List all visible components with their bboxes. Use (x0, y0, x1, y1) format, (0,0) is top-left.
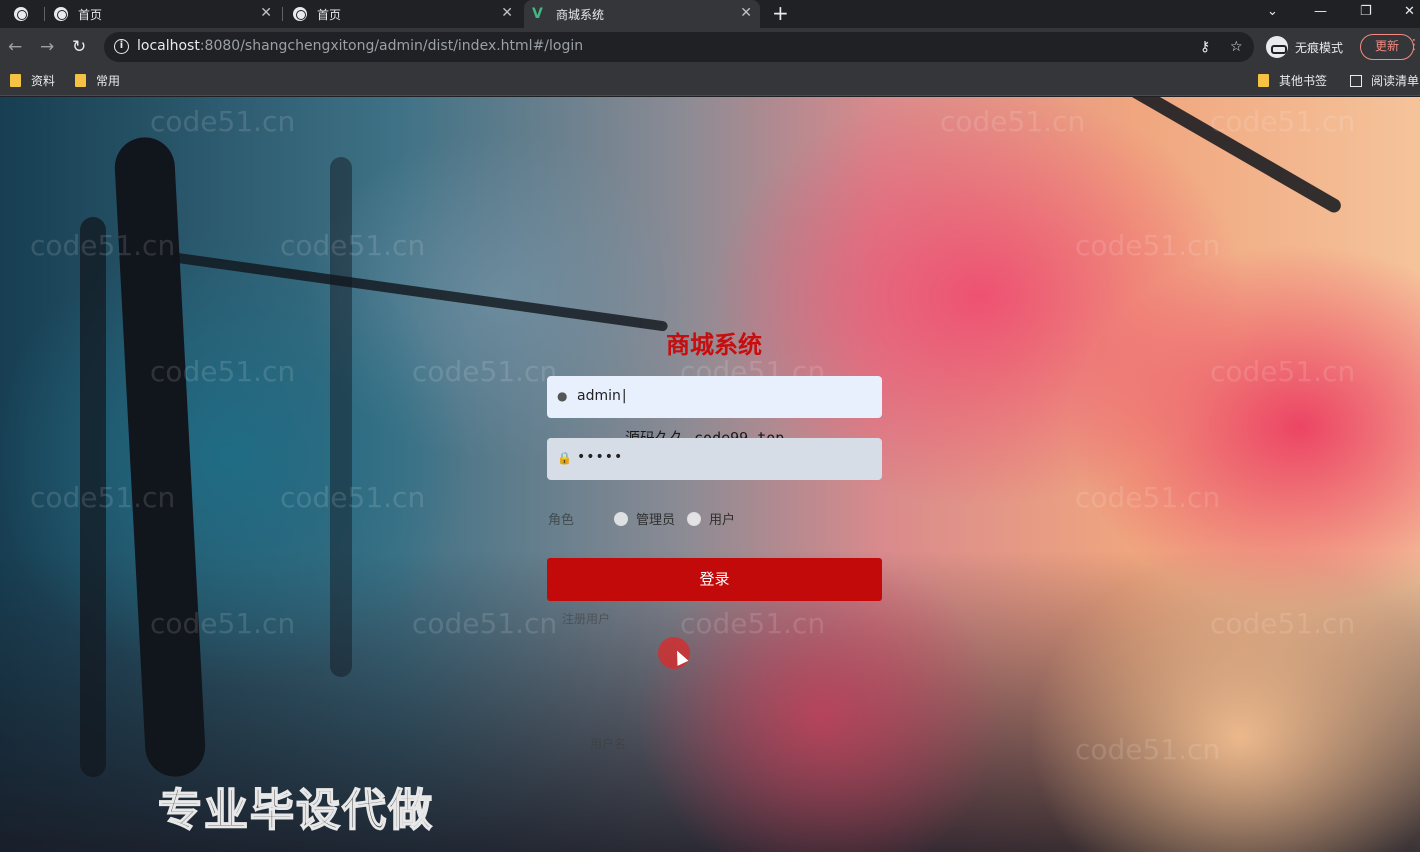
address-bar[interactable]: i localhost:8080/shangchengxitong/admin/… (104, 32, 1254, 62)
close-icon[interactable]: ✕ (501, 6, 513, 20)
url-host: localhost (137, 38, 200, 54)
ghost-register-link: 注册用户 (562, 612, 611, 626)
tab-search-icon[interactable]: ⌄ (1267, 4, 1278, 20)
watermark: code51.cn (30, 481, 176, 514)
restore-button[interactable]: ❐ (1360, 4, 1372, 20)
tab-strip: 首页 ✕ 首页 ✕ V 商城系统 ✕ + ⌄ — ❐ ✕ (0, 0, 1420, 28)
role-option-label: 管理员 (636, 513, 676, 528)
tab-pinned[interactable] (6, 0, 40, 28)
password-value: ••••• (577, 449, 624, 465)
username-value: admin (577, 388, 627, 404)
incognito-indicator[interactable]: 无痕模式 (1266, 36, 1343, 58)
close-icon[interactable]: ✕ (740, 6, 752, 20)
lock-icon: 🔒 (557, 451, 572, 465)
incognito-icon (1266, 36, 1288, 58)
watermark: code51.cn (680, 607, 826, 640)
tab-label: 首页 (78, 7, 103, 22)
watermark: code51.cn (150, 105, 296, 138)
url-path: :8080/shangchengxitong/admin/dist/index.… (199, 38, 584, 54)
watermark: code51.cn (280, 229, 426, 262)
star-icon[interactable]: ☆ (1230, 38, 1243, 56)
user-icon: ● (557, 389, 568, 403)
globe-icon (14, 7, 28, 21)
watermark: code51.cn (150, 607, 296, 640)
login-button[interactable]: 登录 (547, 558, 882, 601)
folder-icon (10, 74, 21, 87)
watermark: code51.cn (1210, 355, 1356, 388)
bookmark-other[interactable]: 其他书签 (1258, 72, 1327, 89)
watermark: code51.cn (412, 355, 558, 388)
forward-button[interactable]: → (40, 37, 54, 57)
role-radio-admin[interactable]: 管理员 (614, 509, 675, 528)
new-tab-button[interactable]: + (772, 3, 789, 23)
reload-button[interactable]: ↻ (72, 37, 86, 57)
reading-list-icon (1350, 74, 1362, 87)
tree-branch (171, 252, 669, 332)
close-icon[interactable]: ✕ (260, 6, 272, 20)
browser-toolbar: ← → ↻ i localhost:8080/shangchengxitong/… (0, 28, 1420, 66)
update-button[interactable]: 更新 (1360, 34, 1414, 60)
login-page: code51.cn code51.cn code51.cn code51.cn … (0, 97, 1420, 852)
watermark: code51.cn (412, 607, 558, 640)
watermark: code51.cn (1075, 733, 1221, 766)
role-selector: 角色 管理员 用户 (548, 509, 747, 528)
watermark: code51.cn (150, 355, 296, 388)
back-button[interactable]: ← (8, 37, 22, 57)
tab-label: 首页 (317, 7, 342, 22)
folder-icon (1258, 74, 1269, 87)
radio-circle[interactable] (687, 511, 702, 526)
bottom-banner: 专业毕设代做 (157, 784, 434, 837)
bookmark-label: 阅读清单 (1371, 74, 1420, 88)
password-input[interactable]: 🔒 ••••• (547, 438, 882, 480)
role-label: 角色 (548, 513, 575, 528)
url-text[interactable]: localhost:8080/shangchengxitong/admin/di… (137, 38, 583, 54)
username-input[interactable]: ● admin (547, 376, 882, 418)
login-title: 商城系统 (666, 331, 762, 359)
globe-icon (293, 7, 307, 21)
globe-icon (54, 7, 68, 21)
folder-icon (75, 74, 86, 87)
bookmark-folder-common[interactable]: 常用 (75, 72, 120, 89)
role-option-label: 用户 (709, 513, 736, 528)
role-radio-user[interactable]: 用户 (687, 509, 735, 528)
bookmark-label: 常用 (96, 74, 121, 88)
tab-home-2[interactable]: 首页 ✕ (285, 0, 521, 28)
tab-shop-system[interactable]: V 商城系统 ✕ (524, 0, 760, 28)
watermark: code51.cn (1210, 105, 1356, 138)
bookmark-label: 其他书签 (1279, 74, 1328, 88)
tab-label: 商城系统 (556, 7, 605, 22)
bookmark-label: 资料 (31, 74, 56, 88)
reading-list[interactable]: 阅读清单 (1350, 72, 1419, 89)
watermark: code51.cn (1075, 481, 1221, 514)
tab-home-1[interactable]: 首页 ✕ (46, 0, 280, 28)
minimize-button[interactable]: — (1314, 4, 1327, 20)
info-icon[interactable]: i (114, 39, 129, 54)
watermark: code51.cn (1210, 607, 1356, 640)
tab-separator (44, 7, 45, 21)
menu-icon[interactable]: ⋮ (1407, 38, 1420, 52)
bookmarks-bar: 资料 常用 其他书签 阅读清单 (0, 66, 1420, 96)
watermark: code51.cn (280, 481, 426, 514)
bookmark-folder-materials[interactable]: 资料 (10, 72, 55, 89)
watermark: code51.cn (1075, 229, 1221, 262)
radio-circle[interactable] (614, 511, 629, 526)
watermark: code51.cn (940, 105, 1086, 138)
ghost-username-label: 用户名 (590, 737, 627, 751)
vue-logo-icon: V (532, 6, 543, 22)
tab-separator (282, 7, 283, 21)
close-window-button[interactable]: ✕ (1404, 4, 1415, 20)
watermark: code51.cn (30, 229, 176, 262)
key-icon[interactable]: ⚷ (1200, 38, 1210, 56)
incognito-label: 无痕模式 (1295, 40, 1344, 55)
